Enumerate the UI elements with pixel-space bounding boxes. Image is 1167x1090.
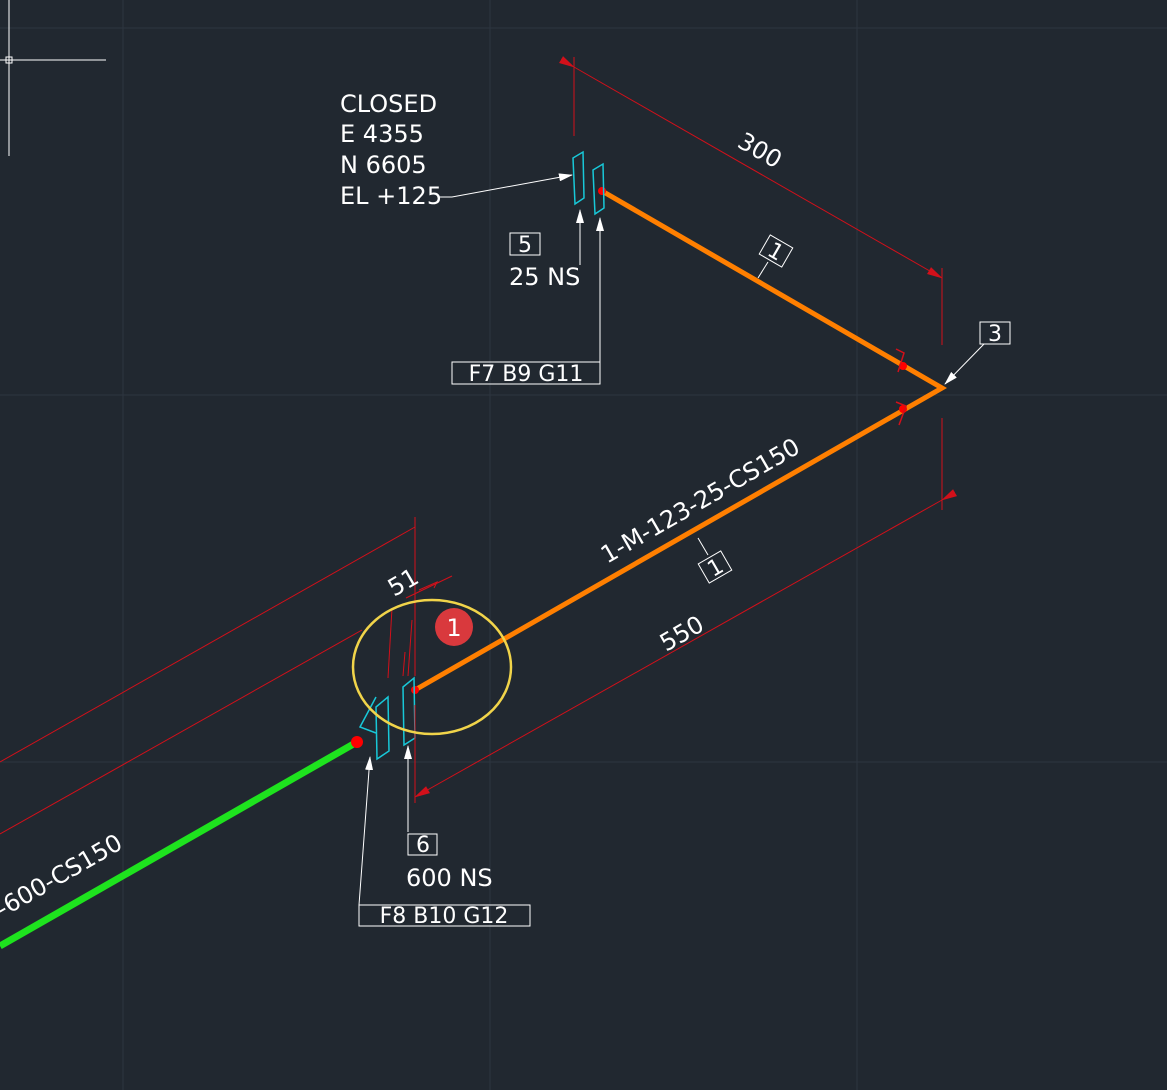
green-pipe-endpoint[interactable]: [351, 736, 363, 748]
pipe-item-box-upper: 1: [758, 234, 794, 268]
upper-tag-text: F7 B9 G11: [469, 362, 584, 387]
elbow-item-number: 3: [988, 322, 1002, 347]
svg-text:1: 1: [703, 554, 728, 583]
lower-flange-a: [375, 695, 390, 761]
lower-tag-text: F8 B10 G12: [380, 904, 509, 929]
callout-badge[interactable]: 1: [435, 608, 473, 646]
orange-pipe[interactable]: [413, 188, 948, 693]
valve-easting-text: E 4355: [340, 120, 424, 148]
upper-size-text: 25 NS: [509, 263, 580, 291]
upper-item-number: 5: [518, 233, 532, 258]
pipe-item-box-lower: 1: [697, 550, 733, 584]
valve-elevation-text: EL +125: [340, 182, 442, 210]
lower-size-text: 600 NS: [406, 864, 493, 892]
crosshair-cursor-icon: [0, 0, 106, 156]
fittings: [358, 150, 605, 761]
dimension-lines: [0, 56, 958, 835]
tag-boxes: [358, 232, 1011, 927]
pipe-item-leader-upper: [757, 261, 769, 279]
svg-text:1: 1: [446, 614, 461, 642]
dimension-550: 550: [655, 610, 709, 657]
callout-highlight-ring: [351, 598, 513, 736]
svg-text:1: 1: [763, 238, 788, 267]
valve-northing-text: N 6605: [340, 151, 427, 179]
pipe-item-leader-lower: [697, 537, 709, 556]
cad-drawing-canvas[interactable]: 1 1 CLOSED E 4355 N 6605 EL +125 5 25 NS…: [0, 0, 1167, 1090]
lower-item-number: 6: [416, 833, 430, 858]
dimension-300: 300: [733, 127, 787, 174]
orange-pipe-endpoint-lower[interactable]: [411, 686, 419, 694]
dimension-51: 51: [383, 563, 423, 603]
valve-status-text: CLOSED: [340, 90, 437, 118]
green-pipe[interactable]: [0, 738, 359, 950]
lower-reducer: [358, 696, 377, 734]
line-number-orange: 1-M-123-25-CS150: [596, 433, 805, 570]
isometric-drawing: 1 1 CLOSED E 4355 N 6605 EL +125 5 25 NS…: [0, 0, 1167, 1090]
upper-gasket-a: [572, 150, 585, 206]
orange-pipe-endpoint-upper[interactable]: [598, 187, 606, 195]
